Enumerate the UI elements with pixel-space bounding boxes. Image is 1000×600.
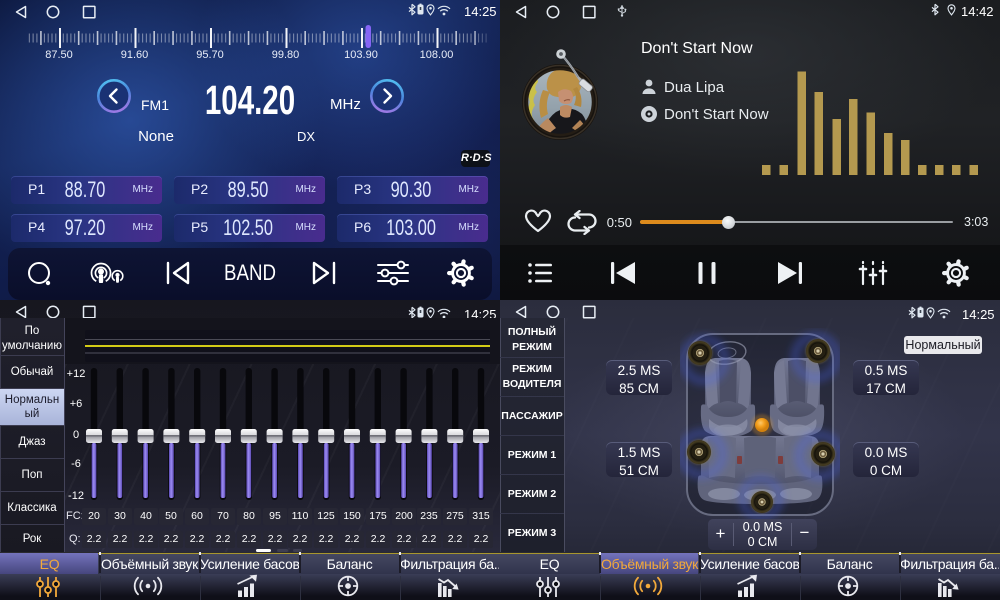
svg-text:BAND: BAND [224,262,276,286]
